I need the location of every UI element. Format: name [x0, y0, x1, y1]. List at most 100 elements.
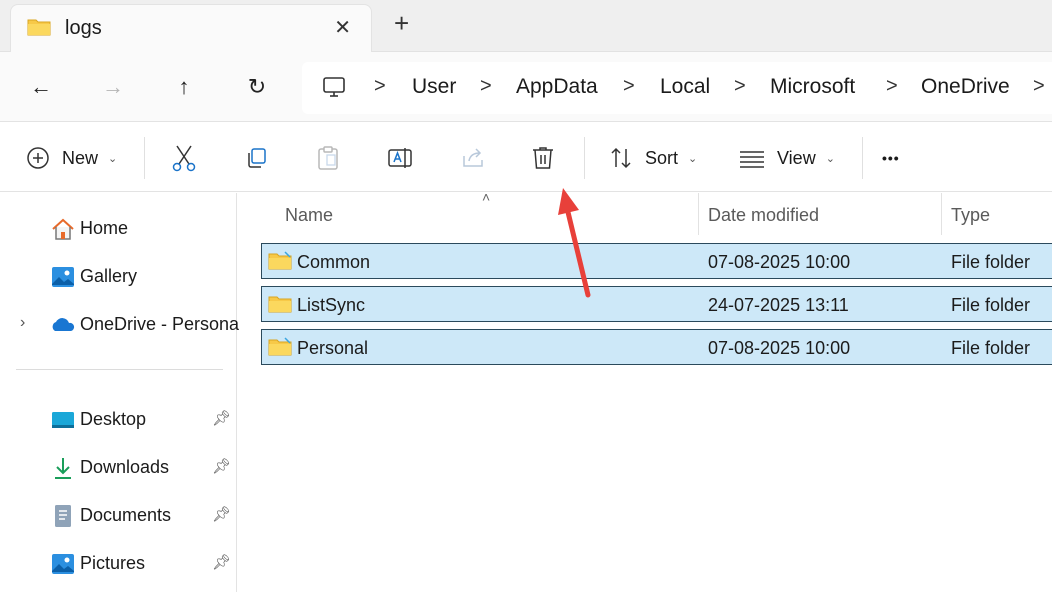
sidebar-item-onedrive[interactable]: › OneDrive - Persona	[0, 306, 240, 342]
annotation-arrow-icon	[558, 188, 591, 298]
sidebar-item-pictures[interactable]: Pictures 📌︎	[0, 545, 236, 581]
onedrive-icon	[52, 318, 75, 331]
clipboard-icon	[318, 146, 338, 170]
sidebar-item-label: Gallery	[80, 266, 138, 286]
sort-button[interactable]: Sort ⌄	[609, 143, 697, 173]
breadcrumb-local[interactable]: Local	[660, 75, 710, 99]
column-header-type[interactable]: Type	[951, 205, 990, 226]
pin-icon[interactable]: 📌︎	[212, 553, 231, 571]
copy-icon	[248, 148, 266, 168]
pin-icon[interactable]: 📌︎	[212, 457, 231, 475]
chevron-down-icon: ⌄	[688, 152, 698, 165]
file-type: File folder	[951, 295, 1031, 315]
folder-icon	[268, 337, 292, 356]
navigation-bar: ← → ↑ ↻ > User > AppData > Local > Micro…	[0, 52, 1052, 122]
file-name: ListSync	[297, 295, 366, 315]
new-button[interactable]: New ⌄	[26, 143, 117, 173]
divider	[16, 369, 223, 370]
navigation-pane: Home Gallery › OneDrive - Persona Deskto…	[0, 193, 240, 592]
divider	[584, 137, 585, 179]
sidebar-item-documents[interactable]: Documents 📌︎	[0, 497, 236, 533]
breadcrumb-appdata[interactable]: AppData	[516, 75, 598, 99]
chevron-down-icon: ⌄	[825, 152, 835, 165]
file-row-personal[interactable]: Personal 07-08-2025 10:00 File folder	[261, 329, 1052, 365]
sort-icon	[611, 147, 631, 169]
tab-logs[interactable]: logs ✕	[10, 4, 372, 52]
file-type: File folder	[951, 252, 1031, 272]
refresh-button[interactable]: ↻	[240, 70, 274, 104]
sidebar-item-label: Home	[80, 218, 129, 238]
breadcrumb-separator[interactable]: >	[1033, 75, 1045, 98]
command-bar: New ⌄ Sort ⌄ View ⌄ •••	[0, 123, 1052, 192]
share-icon	[463, 148, 483, 167]
file-name: Personal	[297, 338, 369, 358]
share-button[interactable]	[460, 143, 486, 173]
column-divider[interactable]	[941, 193, 942, 235]
pin-icon[interactable]: 📌︎	[212, 505, 231, 523]
divider	[862, 137, 863, 179]
paste-button[interactable]	[316, 143, 340, 173]
plus-circle-icon	[27, 147, 49, 169]
this-pc-icon[interactable]	[322, 75, 346, 99]
file-date: 07-08-2025 10:00	[708, 252, 851, 272]
view-button[interactable]: View ⌄	[739, 143, 835, 173]
up-button[interactable]: ↑	[167, 70, 201, 104]
sidebar-item-label: Documents	[80, 505, 172, 525]
sidebar-item-label: Downloads	[80, 457, 170, 477]
file-date: 24-07-2025 13:11	[708, 295, 849, 315]
breadcrumb-separator[interactable]: >	[734, 75, 746, 98]
tab-title: logs	[65, 17, 102, 39]
folder-icon	[27, 19, 51, 36]
gallery-icon	[52, 267, 74, 287]
new-label: New	[62, 147, 99, 168]
breadcrumb-separator[interactable]: >	[480, 75, 492, 98]
breadcrumb-separator[interactable]: >	[623, 75, 635, 98]
sidebar-item-label: Pictures	[80, 553, 146, 573]
column-header-name[interactable]: Name	[285, 205, 333, 226]
new-tab-button[interactable]: +	[394, 8, 409, 39]
desktop-icon	[52, 412, 74, 428]
more-options-button[interactable]: •••	[882, 143, 900, 173]
sidebar-item-downloads[interactable]: Downloads 📌︎	[0, 449, 236, 485]
file-type: File folder	[951, 338, 1031, 358]
chevron-down-icon: ⌄	[108, 152, 118, 165]
file-row-common[interactable]: Common 07-08-2025 10:00 File folder	[261, 243, 1052, 279]
breadcrumb-separator[interactable]: >	[886, 75, 898, 98]
sidebar-item-desktop[interactable]: Desktop 📌︎	[0, 401, 236, 437]
chevron-right-icon[interactable]: ›	[20, 314, 25, 332]
file-date: 07-08-2025 10:00	[708, 338, 851, 358]
list-view-icon	[740, 151, 764, 168]
pictures-icon	[52, 554, 74, 574]
delete-button[interactable]	[531, 143, 555, 173]
forward-button[interactable]: →	[96, 70, 130, 104]
title-bar: logs ✕ +	[0, 0, 1052, 52]
column-header-date[interactable]: Date modified	[708, 205, 819, 226]
file-name: Common	[297, 252, 371, 272]
cut-button[interactable]	[171, 143, 197, 173]
sidebar-item-gallery[interactable]: Gallery	[0, 258, 236, 294]
breadcrumb-separator[interactable]: >	[374, 75, 386, 98]
documents-icon	[55, 505, 71, 527]
home-icon	[52, 218, 74, 240]
breadcrumb-microsoft[interactable]: Microsoft	[770, 75, 855, 99]
downloads-icon	[55, 458, 71, 479]
file-row-listsync[interactable]: ListSync 24-07-2025 13:11 File folder	[261, 286, 1052, 322]
breadcrumb-user[interactable]: User	[412, 75, 456, 99]
close-tab-icon[interactable]: ✕	[334, 15, 351, 40]
breadcrumb-onedrive[interactable]: OneDrive	[921, 75, 1010, 99]
sidebar-item-label: OneDrive - Persona	[80, 314, 240, 334]
rename-button[interactable]	[387, 143, 413, 173]
sort-label: Sort	[645, 147, 679, 168]
address-bar[interactable]: > User > AppData > Local > Microsoft > O…	[302, 62, 1052, 114]
folder-icon	[268, 296, 292, 313]
back-button[interactable]: ←	[24, 70, 58, 104]
column-divider[interactable]	[698, 193, 699, 235]
pin-icon[interactable]: 📌︎	[212, 409, 231, 427]
sidebar-item-home[interactable]: Home	[0, 210, 236, 246]
sidebar-item-label: Desktop	[80, 409, 147, 429]
trash-icon	[533, 147, 553, 169]
divider	[144, 137, 145, 179]
scissors-icon	[172, 145, 196, 172]
file-list: ˄ Name Date modified Type Common 07-08-2…	[238, 189, 1052, 592]
copy-button[interactable]	[244, 143, 268, 173]
